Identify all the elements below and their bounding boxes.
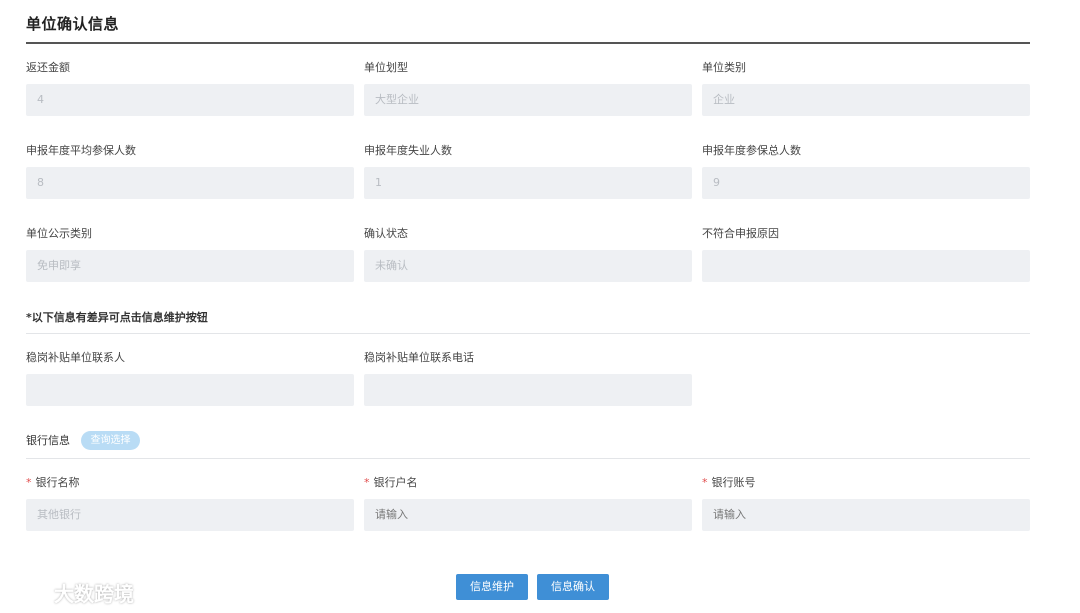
field-label: 单位类别 [702,61,746,74]
watermark-text: 大数跨境 [54,581,134,606]
section-title: 单位确认信息 [26,15,120,33]
maintain-hint-note: *以下信息有差异可点击信息维护按钮 [26,311,208,324]
contact-person-input[interactable] [26,374,354,406]
field-label: 单位公示类别 [26,227,92,240]
watermark-logo-icon [10,582,45,605]
info-confirm-button[interactable]: 信息确认 [537,574,609,600]
total-insured-field: 9 [702,167,1030,199]
confirm-status-field: 未确认 [364,250,692,282]
field-contact-person: 稳岗补贴单位联系人 [26,350,354,406]
bank-account-number-label: 银行账号 [711,476,756,489]
field-reject-reason: 不符合申报原因 [702,226,1030,282]
section-divider [26,333,1030,334]
required-marker: * [364,476,370,489]
field-label: * 银行户名 [364,475,692,491]
field-publicity-type: 单位公示类别 免申即享 [26,226,354,282]
bank-account-name-input[interactable]: 请输入 [364,499,692,531]
publicity-type-field: 免申即享 [26,250,354,282]
field-contact-phone: 稳岗补贴单位联系电话 [364,350,692,406]
bank-account-name-label: 银行户名 [373,476,418,489]
field-label: 单位划型 [364,61,408,74]
field-label: 稳岗补贴单位联系人 [26,351,125,364]
avg-insured-field: 8 [26,167,354,199]
field-label: 返还金额 [26,61,70,74]
field-refund-amount: 返还金额 4 [26,60,354,116]
query-select-button[interactable]: 查询选择 [81,431,140,450]
field-label: 确认状态 [364,227,408,240]
field-label: 申报年度失业人数 [364,144,452,157]
field-unit-type: 单位划型 大型企业 [364,60,692,116]
field-label: 稳岗补贴单位联系电话 [364,351,474,364]
field-label: 申报年度参保总人数 [702,144,801,157]
info-maintain-button[interactable]: 信息维护 [456,574,528,600]
field-label: 申报年度平均参保人数 [26,144,136,157]
bank-account-number-input[interactable]: 请输入 [702,499,1030,531]
field-unemployed: 申报年度失业人数 1 [364,143,692,199]
required-marker: * [702,476,708,489]
refund-amount-field: 4 [26,84,354,116]
bank-info-label: 银行信息 [26,434,70,447]
field-label: * 银行账号 [702,475,1030,491]
field-bank-name: * 银行名称 其他银行 [26,475,354,531]
field-label: 不符合申报原因 [702,227,779,240]
unemployed-field: 1 [364,167,692,199]
field-bank-account-name: * 银行户名 请输入 [364,475,692,531]
bank-name-field: 其他银行 [26,499,354,531]
contact-phone-input[interactable] [364,374,692,406]
field-avg-insured: 申报年度平均参保人数 8 [26,143,354,199]
field-confirm-status: 确认状态 未确认 [364,226,692,282]
field-bank-account-number: * 银行账号 请输入 [702,475,1030,531]
bank-name-label: 银行名称 [35,476,80,489]
watermark: 大数跨境 [8,577,134,607]
unit-type-field: 大型企业 [364,84,692,116]
unit-category-field: 企业 [702,84,1030,116]
field-label: * 银行名称 [26,475,354,491]
field-unit-category: 单位类别 企业 [702,60,1030,116]
bank-divider [26,458,1030,459]
required-marker: * [26,476,32,489]
title-divider [26,42,1030,44]
unit-confirm-page: 单位确认信息 返还金额 4 单位划型 大型企业 单位类别 企业 申报年度平均参保… [0,0,1080,613]
field-total-insured: 申报年度参保总人数 9 [702,143,1030,199]
reject-reason-field [702,250,1030,282]
